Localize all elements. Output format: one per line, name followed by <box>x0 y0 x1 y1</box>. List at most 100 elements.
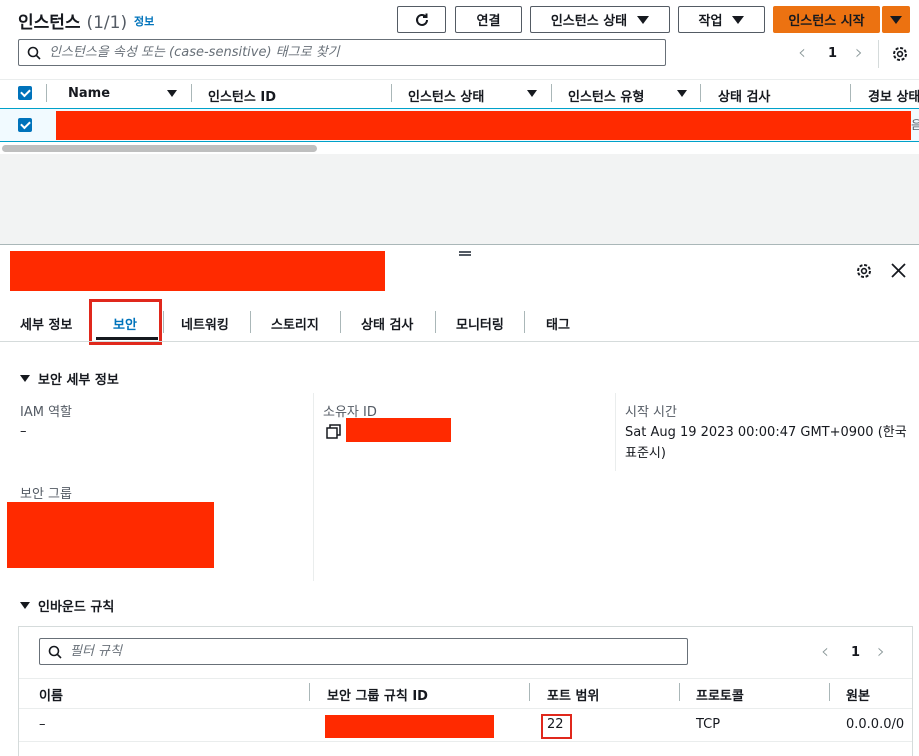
launch-dropdown-button[interactable] <box>882 6 910 33</box>
instance-state-button[interactable]: 인스턴스 상태 <box>530 6 670 33</box>
settings-gear-icon[interactable] <box>891 45 909 63</box>
next-page-icon[interactable]: › <box>877 639 885 663</box>
column-divider <box>551 84 552 102</box>
column-header-instance-state[interactable]: 인스턴스 상태 <box>408 86 484 105</box>
column-header-instance-id[interactable]: 인스턴스 ID <box>208 86 276 105</box>
tab-storage[interactable]: 스토리지 <box>271 314 319 333</box>
launch-instance-label: 인스턴스 시작 <box>788 14 865 29</box>
actions-button[interactable]: 작업 <box>678 6 765 33</box>
column-header-port-range[interactable]: 포트 범위 <box>547 685 599 704</box>
refresh-button[interactable] <box>397 6 446 33</box>
column-header-protocol[interactable]: 프로토콜 <box>696 685 744 704</box>
tab-networking[interactable]: 네트워킹 <box>181 314 229 333</box>
protocol-value: TCP <box>696 717 721 732</box>
tab-details[interactable]: 세부 정보 <box>20 314 72 333</box>
filter-input[interactable] <box>70 644 646 659</box>
tab-tags[interactable]: 태그 <box>546 314 570 333</box>
column-divider <box>829 683 830 701</box>
tab-monitoring[interactable]: 모니터링 <box>456 314 504 333</box>
column-divider <box>191 84 192 102</box>
instance-search[interactable] <box>18 39 666 66</box>
page-title-text: 인스턴스 <box>18 13 81 33</box>
row-checkbox[interactable] <box>18 118 32 132</box>
inbound-rules-header[interactable]: 인바운드 규칙 <box>20 596 114 615</box>
port-range-value: 22 <box>547 717 564 732</box>
source-value: 0.0.0.0/0 <box>846 717 905 732</box>
table-row[interactable]: 음 <box>0 108 919 142</box>
caret-down-icon <box>732 15 745 24</box>
table-divider <box>0 79 919 80</box>
tab-divider <box>435 311 436 333</box>
search-input[interactable] <box>49 45 624 60</box>
vertical-divider <box>878 40 879 68</box>
search-icon <box>27 46 41 60</box>
rule-name-value: – <box>39 717 46 732</box>
column-divider <box>529 683 530 701</box>
column-header-source[interactable]: 원본 <box>846 685 870 704</box>
caret-down-icon <box>20 375 30 382</box>
tab-divider <box>524 311 525 333</box>
column-divider <box>313 393 314 581</box>
column-header-instance-type[interactable]: 인스턴스 유형 <box>568 86 644 105</box>
column-divider <box>615 393 616 471</box>
tab-divider <box>250 311 251 333</box>
column-header-name[interactable]: Name <box>68 86 110 101</box>
search-icon <box>48 645 62 659</box>
iam-role-value: – <box>20 424 27 439</box>
security-details-title: 보안 세부 정보 <box>38 373 119 388</box>
caret-down-icon <box>20 602 30 609</box>
highlight-box <box>89 299 162 345</box>
inbound-rules-table: ‹ 1 › 이름 보안 그룹 규칙 ID 포트 범위 프로토콜 원본 – 22 … <box>18 626 913 756</box>
page-title: 인스턴스 (1/1) <box>18 8 127 33</box>
launch-time-value: Sat Aug 19 2023 00:00:47 GMT+0900 (한국 표준… <box>625 425 907 461</box>
redacted-rule-id <box>325 715 494 738</box>
column-header-status-check[interactable]: 상태 검사 <box>718 86 770 105</box>
horizontal-scrollbar[interactable] <box>2 145 317 152</box>
sort-icon[interactable] <box>527 90 537 97</box>
security-details-header[interactable]: 보안 세부 정보 <box>20 369 119 388</box>
connect-label: 연결 <box>476 14 501 29</box>
refresh-icon <box>415 13 428 26</box>
caret-down-icon <box>890 15 902 24</box>
table-divider <box>19 678 912 679</box>
column-header-rule-id[interactable]: 보안 그룹 규칙 ID <box>327 685 428 704</box>
sort-icon[interactable] <box>167 90 177 97</box>
inbound-rules-title: 인바운드 규칙 <box>38 600 115 615</box>
redacted-owner-id <box>346 418 451 442</box>
column-divider <box>309 683 310 701</box>
page-number[interactable]: 1 <box>851 645 860 660</box>
table-row[interactable]: – 22 TCP 0.0.0.0/0 <box>19 708 912 742</box>
copy-icon[interactable] <box>326 424 341 439</box>
instance-state-label: 인스턴스 상태 <box>550 14 628 29</box>
redacted-instance-title <box>10 251 385 291</box>
iam-role-label: IAM 역할 <box>20 405 72 420</box>
prev-page-icon[interactable]: ‹ <box>798 40 806 64</box>
instance-count: (1/1) <box>86 13 128 33</box>
drag-handle-icon[interactable] <box>459 251 471 256</box>
redacted-security-group <box>7 502 214 568</box>
column-header-rule-name[interactable]: 이름 <box>39 685 63 704</box>
tab-status-check[interactable]: 상태 검사 <box>361 314 413 333</box>
launch-instance-button[interactable]: 인스턴스 시작 <box>773 6 880 33</box>
security-group-label: 보안 그룹 <box>20 487 72 502</box>
actions-label: 작업 <box>698 14 723 29</box>
select-all-checkbox[interactable] <box>18 86 32 100</box>
empty-split-area <box>0 154 919 244</box>
tabs-bottom-border <box>0 341 919 342</box>
launch-time-label: 시작 시간 <box>625 405 677 420</box>
column-divider <box>391 84 392 102</box>
tab-divider <box>340 311 341 333</box>
connect-button[interactable]: 연결 <box>455 6 522 33</box>
column-divider <box>679 683 680 701</box>
close-icon[interactable] <box>891 263 906 278</box>
page-number[interactable]: 1 <box>828 46 837 61</box>
redacted-row-content <box>56 111 911 140</box>
info-link[interactable]: 정보 <box>134 13 154 29</box>
next-page-icon[interactable]: › <box>855 40 863 64</box>
prev-page-icon[interactable]: ‹ <box>821 639 829 663</box>
column-divider <box>850 84 851 102</box>
column-header-alarm-status[interactable]: 경보 상태 <box>868 86 919 105</box>
settings-gear-icon[interactable] <box>855 262 873 280</box>
sort-icon[interactable] <box>677 90 687 97</box>
rule-filter[interactable] <box>39 638 688 665</box>
